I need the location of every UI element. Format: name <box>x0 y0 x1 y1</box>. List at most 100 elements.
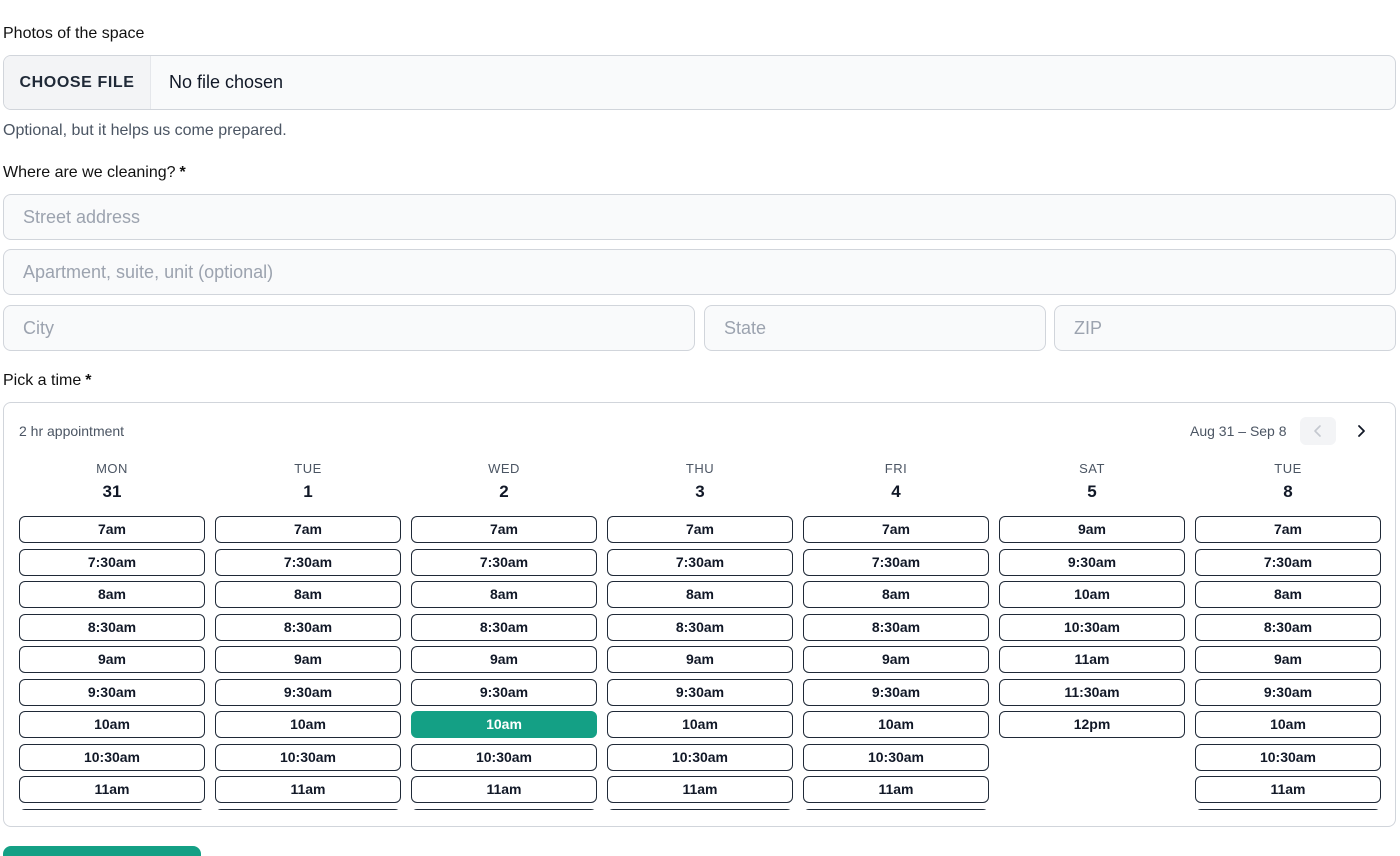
time-slot[interactable]: 10:30am <box>411 743 597 771</box>
time-slot[interactable]: 8:30am <box>19 613 205 641</box>
time-slot[interactable]: 8am <box>411 581 597 608</box>
time-slot[interactable]: 9am <box>411 646 597 673</box>
time-picker: 2 hr appointment Aug 31 – Sep 8 MON 31 7am… <box>3 402 1396 827</box>
time-slot[interactable]: 9:30am <box>19 678 205 706</box>
time-slot[interactable]: 8:30am <box>411 613 597 641</box>
time-slot-column: 7am 7:30am 8am 8:30am 9am 9:30am 10am 10:30am 11… <box>803 516 989 810</box>
day-of-week: FRI <box>884 461 908 476</box>
required-mark: * <box>179 164 186 181</box>
time-slot[interactable]: 7:30am <box>411 548 597 576</box>
time-slot[interactable]: 10:30am <box>215 743 401 771</box>
time-label: Pick a time * <box>3 372 92 389</box>
time-slot[interactable]: 11am <box>607 776 793 803</box>
time-slot[interactable]: 10am <box>607 711 793 738</box>
time-slot[interactable]: 11:30am <box>999 678 1185 706</box>
time-slot[interactable]: 7:30am <box>607 548 793 576</box>
street-address-input[interactable] <box>3 194 1396 240</box>
time-slot[interactable]: 9:30am <box>1195 678 1381 706</box>
time-slot[interactable]: 8:30am <box>803 613 989 641</box>
day-of-week: TUE <box>294 461 322 476</box>
date-range: Aug 31 – Sep 8 <box>1190 423 1287 439</box>
address-label: Where are we cleaning? * <box>3 164 186 181</box>
time-slot[interactable]: 10am <box>803 711 989 738</box>
time-slot[interactable]: 11:30am <box>803 808 989 810</box>
time-slot[interactable]: 10am <box>215 711 401 738</box>
time-slot[interactable]: 10am <box>19 711 205 738</box>
time-slot[interactable]: 9am <box>1195 646 1381 673</box>
day-of-week: THU <box>685 461 715 476</box>
time-slot[interactable]: 9am <box>607 646 793 673</box>
time-slot[interactable]: 10am <box>999 581 1185 608</box>
time-slot[interactable]: 10:30am <box>19 743 205 771</box>
prev-week-button[interactable] <box>1300 417 1336 445</box>
state-input[interactable] <box>704 305 1046 351</box>
next-week-button[interactable] <box>1343 417 1379 445</box>
day-of-week: TUE <box>1274 461 1302 476</box>
time-slot[interactable]: 11am <box>215 776 401 803</box>
time-slot[interactable]: 7am <box>1195 516 1381 543</box>
time-slot[interactable]: 11am <box>999 646 1185 673</box>
time-slot[interactable]: 7am <box>607 516 793 543</box>
time-slot[interactable]: 11:30am <box>607 808 793 810</box>
time-slot[interactable]: 12pm <box>999 711 1185 738</box>
time-slot[interactable]: 11am <box>411 776 597 803</box>
time-slot[interactable]: 7:30am <box>1195 548 1381 576</box>
time-slot-column: 7am 7:30am 8am 8:30am 9am 9:30am 10am 10:30am 11… <box>19 516 205 810</box>
day-number: 31 <box>102 482 122 501</box>
time-slot[interactable]: 9:30am <box>999 548 1185 576</box>
time-slot[interactable]: 7:30am <box>19 548 205 576</box>
time-slot[interactable]: 7:30am <box>803 548 989 576</box>
time-slot[interactable]: 8:30am <box>1195 613 1381 641</box>
time-slot[interactable]: 8:30am <box>607 613 793 641</box>
file-input[interactable]: CHOOSE FILE No file chosen <box>3 55 1396 110</box>
time-slot[interactable]: 9am <box>999 516 1185 543</box>
time-slot[interactable]: 8am <box>215 581 401 608</box>
day-of-week: MON <box>96 461 128 476</box>
time-slot[interactable]: 8am <box>19 581 205 608</box>
required-mark: * <box>85 372 92 389</box>
time-slot[interactable]: 7am <box>215 516 401 543</box>
time-slot[interactable]: 9:30am <box>607 678 793 706</box>
time-slot[interactable]: 11am <box>1195 776 1381 803</box>
day-of-week: WED <box>488 461 520 476</box>
time-slot-column: 7am 7:30am 8am 8:30am 9am 9:30am 10am 10:30am 11… <box>215 516 401 810</box>
time-slot[interactable]: 9:30am <box>411 678 597 706</box>
day-header: MON 31 <box>19 461 205 502</box>
time-slot[interactable]: 11am <box>803 776 989 803</box>
time-slot[interactable]: 7am <box>803 516 989 543</box>
time-slot[interactable]: 11:30am <box>411 808 597 810</box>
time-slot[interactable]: 7am <box>411 516 597 543</box>
time-slot[interactable]: 7am <box>19 516 205 543</box>
city-input[interactable] <box>3 305 695 351</box>
day-number: 3 <box>695 482 705 501</box>
submit-button[interactable] <box>3 846 201 856</box>
time-slot[interactable]: 10:30am <box>999 613 1185 641</box>
chevron-left-icon <box>1314 425 1321 437</box>
zip-input[interactable] <box>1054 305 1396 351</box>
time-slot[interactable]: 8:30am <box>215 613 401 641</box>
time-slot[interactable]: 9am <box>215 646 401 673</box>
time-slot[interactable]: 11:30am <box>19 808 205 810</box>
appointment-duration: 2 hr appointment <box>19 423 125 439</box>
time-slot-selected[interactable]: 10am <box>411 711 597 738</box>
time-slot[interactable]: 10:30am <box>803 743 989 771</box>
day-number: 2 <box>499 482 509 501</box>
time-slot[interactable]: 7:30am <box>215 548 401 576</box>
time-slot[interactable]: 10am <box>1195 711 1381 738</box>
time-slot[interactable]: 11:30am <box>1195 808 1381 810</box>
time-slot[interactable]: 11:30am <box>215 808 401 810</box>
time-slot[interactable]: 9:30am <box>803 678 989 706</box>
unit-input[interactable] <box>3 249 1396 295</box>
choose-file-button[interactable]: CHOOSE FILE <box>4 56 151 109</box>
time-slot[interactable]: 8am <box>803 581 989 608</box>
time-slot[interactable]: 10:30am <box>607 743 793 771</box>
time-slot[interactable]: 8am <box>1195 581 1381 608</box>
time-slot-column: 9am 9:30am 10am 10:30am 11am 11:30am 12pm <box>999 516 1185 810</box>
time-slot[interactable]: 10:30am <box>1195 743 1381 771</box>
time-slot[interactable]: 11am <box>19 776 205 803</box>
time-slot[interactable]: 9:30am <box>215 678 401 706</box>
time-slot[interactable]: 9am <box>19 646 205 673</box>
photos-help-text: Optional, but it helps us come prepared. <box>3 122 287 139</box>
time-slot[interactable]: 9am <box>803 646 989 673</box>
time-slot[interactable]: 8am <box>607 581 793 608</box>
